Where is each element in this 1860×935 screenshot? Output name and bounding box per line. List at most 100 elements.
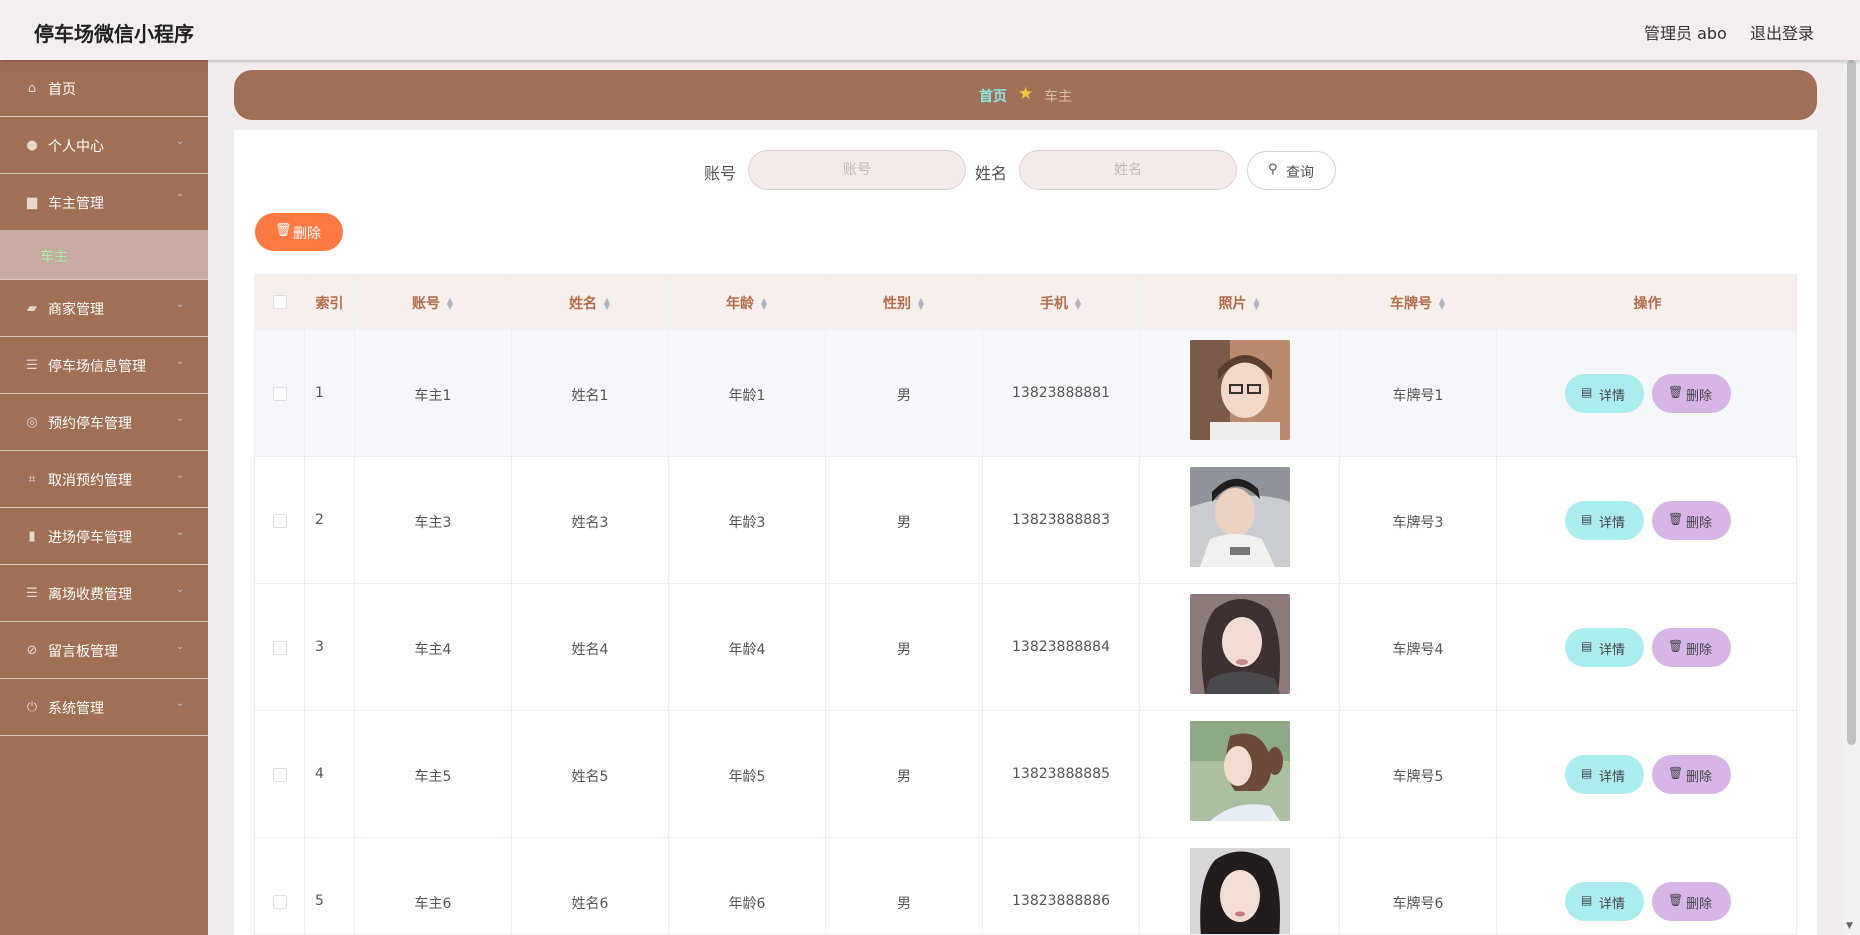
document-icon: ▤ xyxy=(1581,512,1593,526)
list-icon: ☰ xyxy=(26,586,38,601)
chevron-down-icon: ⌄ xyxy=(176,299,185,310)
row-checkbox[interactable] xyxy=(273,387,287,401)
batch-delete-button[interactable]: 🗑 删除 xyxy=(255,213,343,251)
scroll-down-icon[interactable]: ▼ xyxy=(1846,921,1853,931)
row-checkbox[interactable] xyxy=(273,641,287,655)
table-row: 2 车主3 姓名3 年龄3 男 13823888883 车牌号3 ▤ 详情 🗑 删除 xyxy=(255,457,1796,584)
cell-account: 车主5 xyxy=(414,769,452,785)
cell-account: 车主1 xyxy=(414,388,452,404)
cell-account: 车主3 xyxy=(414,515,452,531)
sidebar-item-label: 系统管理 xyxy=(48,701,104,717)
chevron-down-icon: ⌄ xyxy=(176,698,185,709)
sidebar-item-cancel[interactable]: ⌗ 取消预约管理 ⌄ xyxy=(0,451,208,508)
header-phone[interactable]: 手机 ▲ ▼ xyxy=(983,275,1140,330)
cell-phone: 13823888881 xyxy=(1012,385,1110,401)
cell-name: 姓名4 xyxy=(571,642,609,658)
user-icon: ● xyxy=(26,138,38,153)
table-row: 4 车主5 姓名5 年龄5 男 13823888885 车牌号5 ▤ 详情 🗑 删除 xyxy=(255,711,1796,838)
sidebar-item-profile[interactable]: ● 个人中心 ⌄ xyxy=(0,117,208,174)
sort-icon[interactable]: ▲ ▼ xyxy=(760,297,768,311)
delete-button[interactable]: 🗑 删除 xyxy=(1652,374,1731,413)
query-label: 查询 xyxy=(1286,165,1314,181)
cell-phone: 13823888884 xyxy=(1012,639,1110,655)
sidebar-item-reservation[interactable]: ◎ 预约停车管理 ⌄ xyxy=(0,394,208,451)
delete-button[interactable]: 🗑 删除 xyxy=(1652,755,1731,794)
top-header: 停车场微信小程序 管理员 abo 退出登录 xyxy=(0,0,1860,60)
logout-link[interactable]: 退出登录 xyxy=(1750,20,1814,44)
name-input[interactable] xyxy=(1019,150,1237,190)
list-icon: ☰ xyxy=(26,358,38,373)
crop-icon: ⌗ xyxy=(28,472,36,487)
sidebar-item-label: 留言板管理 xyxy=(48,644,118,660)
sidebar-item-home[interactable]: ⌂ 首页 xyxy=(0,60,208,117)
sort-icon[interactable]: ▲ ▼ xyxy=(446,297,454,311)
row-checkbox[interactable] xyxy=(273,768,287,782)
cell-gender: 男 xyxy=(897,388,911,404)
detail-button[interactable]: ▤ 详情 xyxy=(1565,755,1644,794)
sort-icon[interactable]: ▲ ▼ xyxy=(917,297,925,311)
header-gender[interactable]: 性别 ▲ ▼ xyxy=(826,275,983,330)
trash-icon: 🗑 xyxy=(1668,893,1684,907)
sidebar-item-message[interactable]: ⊘ 留言板管理 ⌄ xyxy=(0,622,208,679)
delete-button[interactable]: 🗑 删除 xyxy=(1652,882,1731,921)
row-checkbox[interactable] xyxy=(273,895,287,909)
cell-gender: 男 xyxy=(897,642,911,658)
sidebar-item-entry[interactable]: ▮ 进场停车管理 ⌄ xyxy=(0,508,208,565)
detail-button[interactable]: ▤ 详情 xyxy=(1565,374,1644,413)
cell-index: 5 xyxy=(315,893,324,909)
batch-delete-label: 删除 xyxy=(293,226,321,242)
cell-plate: 车牌号1 xyxy=(1392,388,1444,404)
breadcrumb-home[interactable]: 首页 xyxy=(979,86,1007,106)
sidebar-item-owner-mgmt[interactable]: ▆ 车主管理 ⌃ xyxy=(0,174,208,231)
no-camera-icon: ⊘ xyxy=(26,643,38,658)
scrollbar-thumb[interactable] xyxy=(1847,60,1856,745)
sidebar-item-label: 预约停车管理 xyxy=(48,416,132,432)
cell-phone: 13823888883 xyxy=(1012,512,1110,528)
cell-plate: 车牌号4 xyxy=(1392,642,1444,658)
owner-table: 索引 账号 ▲ ▼ 姓名 ▲ ▼ 年龄 ▲ ▼ 性别 ▲ ▼ 手机 ▲ ▼ 照片 ▲ ▼ 车牌号 ▲ ▼ 操… xyxy=(254,274,1797,935)
cell-name: 姓名6 xyxy=(571,896,609,912)
sidebar-item-label: 停车场信息管理 xyxy=(48,359,146,375)
cell-age: 年龄5 xyxy=(728,769,766,785)
delete-button[interactable]: 🗑 删除 xyxy=(1652,501,1731,540)
cell-age: 年龄1 xyxy=(728,388,766,404)
sidebar-subitem-owner[interactable]: 车主 xyxy=(0,230,208,280)
sort-icon[interactable]: ▲ ▼ xyxy=(1253,297,1261,311)
select-all-checkbox[interactable] xyxy=(273,295,287,309)
sidebar-item-merchant[interactable]: ▰ 商家管理 ⌄ xyxy=(0,280,208,337)
sort-icon[interactable]: ▲ ▼ xyxy=(1438,297,1446,311)
chevron-down-icon: ⌄ xyxy=(176,470,185,481)
header-name[interactable]: 姓名 ▲ ▼ xyxy=(512,275,669,330)
cell-name: 姓名3 xyxy=(571,515,609,531)
avatar xyxy=(1190,340,1290,440)
sidebar-item-exit-fee[interactable]: ☰ 离场收费管理 ⌄ xyxy=(0,565,208,622)
delete-button[interactable]: 🗑 删除 xyxy=(1652,628,1731,667)
detail-button[interactable]: ▤ 详情 xyxy=(1565,628,1644,667)
header-plate[interactable]: 车牌号 ▲ ▼ xyxy=(1340,275,1497,330)
detail-button[interactable]: ▤ 详情 xyxy=(1565,501,1644,540)
bar-chart-icon: ▮ xyxy=(28,529,36,544)
account-input[interactable] xyxy=(748,150,966,190)
cell-phone: 13823888885 xyxy=(1012,766,1110,782)
cell-gender: 男 xyxy=(897,769,911,785)
header-account[interactable]: 账号 ▲ ▼ xyxy=(355,275,512,330)
detail-button[interactable]: ▤ 详情 xyxy=(1565,882,1644,921)
sidebar: ⌂ 首页 ● 个人中心 ⌄ ▆ 车主管理 ⌃ 车主 ▰ 商家管理 ⌄ ☰ 停车场… xyxy=(0,60,208,935)
cell-index: 3 xyxy=(315,639,324,655)
breadcrumb: 首页 ★ 车主 xyxy=(234,70,1817,120)
query-button[interactable]: ⚲ 查询 xyxy=(1247,151,1336,190)
sidebar-subitem-label: 车主 xyxy=(40,249,68,265)
sidebar-item-label: 商家管理 xyxy=(48,302,104,318)
vertical-scrollbar[interactable]: ▼ xyxy=(1843,60,1860,935)
header-photo[interactable]: 照片 ▲ ▼ xyxy=(1140,275,1340,330)
header-age[interactable]: 年龄 ▲ ▼ xyxy=(669,275,826,330)
sort-icon[interactable]: ▲ ▼ xyxy=(603,297,611,311)
app-title: 停车场微信小程序 xyxy=(34,22,194,46)
table-header: 索引 账号 ▲ ▼ 姓名 ▲ ▼ 年龄 ▲ ▼ 性别 ▲ ▼ 手机 ▲ ▼ 照片 ▲ ▼ 车牌号 ▲ ▼ 操… xyxy=(255,275,1796,330)
sidebar-item-label: 首页 xyxy=(48,82,76,98)
trash-icon: 🗑 xyxy=(275,223,292,238)
sidebar-item-system[interactable]: ⏻ 系统管理 ⌄ xyxy=(0,679,208,736)
row-checkbox[interactable] xyxy=(273,514,287,528)
sidebar-item-parking-info[interactable]: ☰ 停车场信息管理 ⌄ xyxy=(0,337,208,394)
sort-icon[interactable]: ▲ ▼ xyxy=(1074,297,1082,311)
